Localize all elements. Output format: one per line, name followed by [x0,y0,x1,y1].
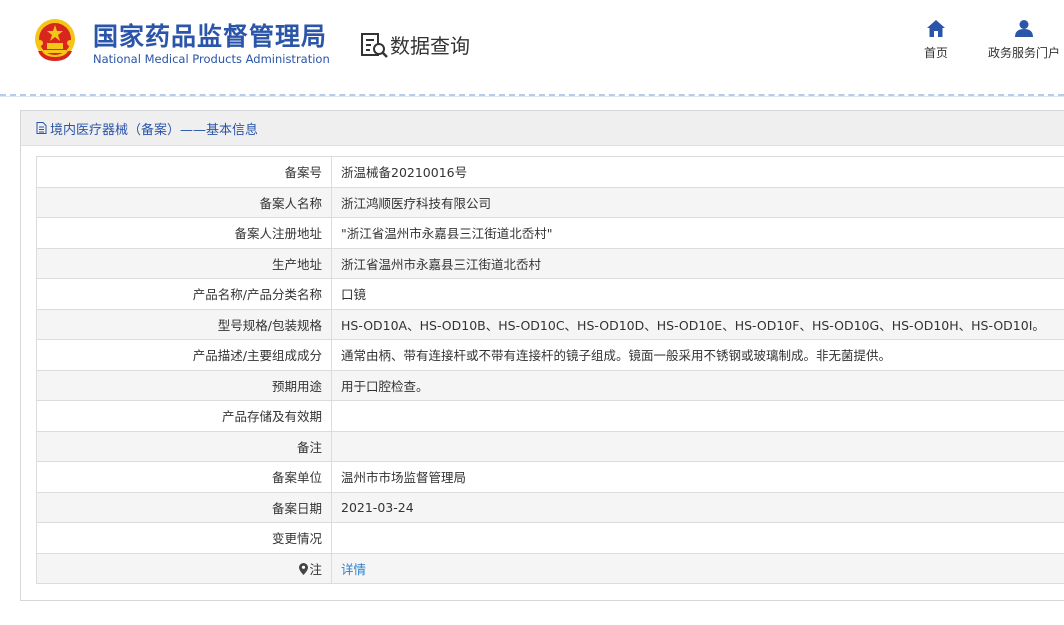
panel-title: 境内医疗器械（备案）——基本信息 [50,122,259,138]
nav-service-portal-label: 政务服务门户 [988,46,1061,60]
table-row: 型号规格/包装规格 HS-OD10A、HS-OD10B、HS-OD10C、HS-… [36,308,1064,340]
row-value: 2021-03-24 [331,491,1064,523]
row-value: HS-OD10A、HS-OD10B、HS-OD10C、HS-OD10D、HS-O… [331,308,1064,340]
table-row: 产品名称/产品分类名称 口镜 [36,278,1064,310]
nav-home[interactable]: 首页 [921,20,951,61]
row-value: "浙江省温州市永嘉县三江街道北岙村" [331,217,1064,249]
details-link[interactable]: 详情 [341,562,366,577]
table-row: 备案日期 2021-03-24 [36,491,1064,523]
document-icon [36,122,47,134]
table-row: 产品描述/主要组成成分 通常由柄、带有连接杆或不带有连接杆的镜子组成。镜面一般采… [36,339,1064,371]
row-label: 预期用途 [36,369,332,401]
panel-header: 境内医疗器械（备案）——基本信息 [21,111,1064,146]
header-divider-line [0,96,1064,97]
row-value: 浙温械备20210016号 [331,156,1064,188]
table-row: 变更情况 [36,522,1064,554]
home-icon [927,20,945,37]
row-value: 口镜 [331,278,1064,310]
row-value [331,430,1064,462]
basic-info-table: 备案号 浙温械备20210016号 备案人名称 浙江鸿顺医疗科技有限公司 备案人… [36,156,1064,584]
row-value: 用于口腔检查。 [331,369,1064,401]
site-title-en[interactable]: National Medical Products Administration [93,52,330,66]
document-search-icon [361,33,388,58]
row-label: 产品存储及有效期 [36,400,332,432]
row-value: 浙江省温州市永嘉县三江街道北岙村 [331,247,1064,279]
info-panel: 境内医疗器械（备案）——基本信息 备案号 浙温械备20210016号 备案人名称… [20,110,1064,601]
row-label: 产品描述/主要组成成分 [36,339,332,371]
table-row: 备注 [36,430,1064,462]
row-label: 备案单位 [36,461,332,493]
row-value: 温州市市场监督管理局 [331,461,1064,493]
table-row: 生产地址 浙江省温州市永嘉县三江街道北岙村 [36,247,1064,279]
user-icon [1015,20,1033,37]
table-row: 产品存储及有效期 [36,400,1064,432]
nav-service-portal[interactable]: 政务服务门户 [988,20,1064,61]
row-label: 备案号 [36,156,332,188]
row-label: 产品名称/产品分类名称 [36,278,332,310]
page-section-title: 数据查询 [390,34,470,58]
nav-home-label: 首页 [923,46,948,60]
row-label: 备案人注册地址 [36,217,332,249]
table-row: 备案单位 温州市市场监督管理局 [36,461,1064,493]
row-label: 备案人名称 [36,186,332,218]
table-row: 备案人注册地址 "浙江省温州市永嘉县三江街道北岙村" [36,217,1064,249]
row-label: 注 [309,561,322,577]
table-row: 备案号 浙温械备20210016号 [36,156,1064,188]
table-row: 备案人名称 浙江鸿顺医疗科技有限公司 [36,186,1064,218]
row-label: 备注 [36,430,332,462]
row-label: 备案日期 [36,491,332,523]
table-row: 注 详情 [36,552,1064,584]
row-value: 通常由柄、带有连接杆或不带有连接杆的镜子组成。镜面一般采用不锈钢或玻璃制成。非无… [331,339,1064,371]
row-label: 生产地址 [36,247,332,279]
row-value: 浙江鸿顺医疗科技有限公司 [331,186,1064,218]
table-row: 预期用途 用于口腔检查。 [36,369,1064,401]
site-title-cn[interactable]: 国家药品监督管理局 [93,17,327,53]
row-label: 变更情况 [36,522,332,554]
row-value [331,522,1064,554]
site-header: 国家药品监督管理局 National Medical Products Admi… [0,0,1064,89]
note-label-cell: 注 [36,552,332,584]
pin-icon [299,562,309,575]
national-emblem-icon [35,19,75,61]
row-value: 详情 [331,552,1064,584]
row-value [331,400,1064,432]
row-label: 型号规格/包装规格 [36,308,332,340]
